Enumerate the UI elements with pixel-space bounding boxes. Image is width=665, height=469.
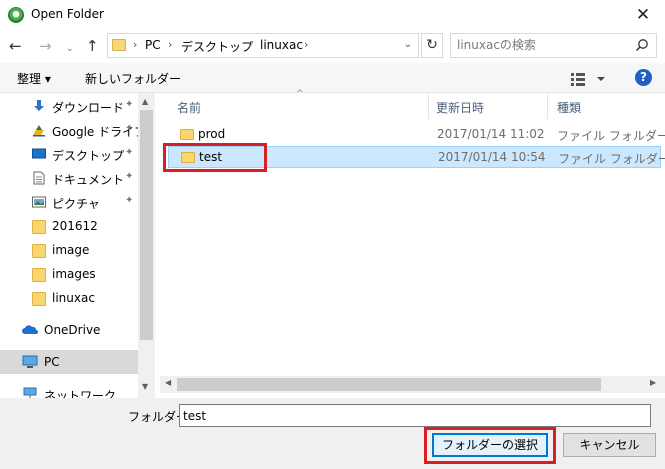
cancel-button[interactable]: キャンセル xyxy=(563,433,656,457)
address-bar[interactable]: › PC › デスクトップ › linuxac › ⌄ xyxy=(107,33,419,58)
breadcrumb-desktop[interactable]: デスクトップ xyxy=(181,38,253,55)
pin-icon: ✦ xyxy=(125,195,134,206)
sidebar-scrollbar[interactable]: ▲ ▼ xyxy=(138,93,155,398)
search-icon[interactable] xyxy=(635,38,649,52)
sidebar-item-label: デスクトップ xyxy=(52,149,125,163)
folder-icon xyxy=(112,39,126,51)
sidebar-item-network[interactable]: ネットワーク xyxy=(0,382,138,398)
search-box[interactable] xyxy=(450,33,657,58)
navigation-pane: ダウンロード ✦ Google ドライブ ✦ デスクトップ ✦ ドキュメント ✦… xyxy=(0,93,155,398)
sidebar-item-documents[interactable]: ドキュメント ✦ xyxy=(0,166,138,190)
column-header-date[interactable]: 更新日時 xyxy=(436,99,484,116)
help-button[interactable]: ? xyxy=(635,69,652,86)
desktop-icon xyxy=(32,148,46,159)
file-date: 2017/01/14 11:02 xyxy=(437,127,545,141)
app-icon xyxy=(8,7,24,23)
sidebar-item-label: OneDrive xyxy=(44,323,101,337)
annotation-highlight-select-button xyxy=(424,427,556,464)
sidebar-item-label: ネットワーク xyxy=(44,389,117,398)
file-date: 2017/01/14 10:54 xyxy=(438,150,546,164)
sidebar-item-images[interactable]: images xyxy=(0,262,138,286)
sidebar-item-linuxac[interactable]: linuxac xyxy=(0,286,138,310)
sidebar-item-image[interactable]: image xyxy=(0,238,138,262)
breadcrumb-separator[interactable]: › xyxy=(168,38,172,51)
breadcrumb-linuxac[interactable]: linuxac xyxy=(260,38,303,52)
file-list-pane: ^ 名前 更新日時 種類 prod 2017/01/14 11:02 ファイル … xyxy=(160,89,665,398)
sidebar-item-google-drive[interactable]: Google ドライブ ✦ xyxy=(0,118,146,142)
column-header-name[interactable]: 名前 xyxy=(177,99,201,116)
window-title: Open Folder xyxy=(31,7,104,21)
pin-icon: ✦ xyxy=(125,99,134,110)
sidebar-item-desktop[interactable]: デスクトップ ✦ xyxy=(0,142,138,166)
sidebar-item-label: linuxac xyxy=(52,291,95,305)
breadcrumb-separator[interactable]: › xyxy=(248,38,252,51)
onedrive-icon xyxy=(22,325,38,334)
sidebar-item-201612[interactable]: 201612 xyxy=(0,214,138,238)
sidebar-item-label: ピクチャ xyxy=(52,197,100,211)
sidebar-item-label: PC xyxy=(44,355,60,369)
sidebar-item-label: ダウンロード xyxy=(52,101,125,115)
sidebar-item-pictures[interactable]: ピクチャ ✦ xyxy=(0,190,138,214)
breadcrumb-separator[interactable]: › xyxy=(304,38,308,51)
back-button[interactable]: ← xyxy=(9,38,22,54)
column-header-type[interactable]: 種類 xyxy=(557,99,581,116)
file-name: prod xyxy=(198,127,226,141)
view-options-icon[interactable] xyxy=(571,71,607,87)
organize-button[interactable]: 整理 ▾ xyxy=(17,70,51,87)
navigation-bar: ← → ⌄ ↑ › PC › デスクトップ › linuxac › ⌄ ↻ xyxy=(0,30,665,63)
address-dropdown-icon[interactable]: ⌄ xyxy=(404,39,412,50)
breadcrumb-pc[interactable]: PC xyxy=(145,38,161,52)
file-type: ファイル フォルダー xyxy=(558,152,665,166)
pin-icon: ✦ xyxy=(125,147,134,158)
scroll-left-arrow-icon[interactable]: ◀ xyxy=(165,378,171,387)
pictures-icon xyxy=(32,196,46,208)
new-folder-button[interactable]: 新しいフォルダー xyxy=(85,70,181,87)
sidebar-item-pc[interactable]: PC xyxy=(0,350,138,374)
command-toolbar: 整理 ▾ 新しいフォルダー ? xyxy=(0,63,665,93)
close-button[interactable]: ✕ xyxy=(631,3,655,27)
documents-icon xyxy=(33,171,45,185)
forward-button[interactable]: → xyxy=(39,38,52,54)
sidebar-item-label: 201612 xyxy=(52,219,98,233)
up-button[interactable]: ↑ xyxy=(86,38,99,54)
sidebar-item-label: image xyxy=(52,243,90,257)
scrollbar-thumb[interactable] xyxy=(177,378,601,391)
folder-name-field[interactable] xyxy=(179,404,651,427)
pin-icon: ✦ xyxy=(125,123,134,134)
scroll-right-arrow-icon[interactable]: ▶ xyxy=(650,378,656,387)
folder-icon xyxy=(180,129,194,140)
title-bar: Open Folder ✕ xyxy=(0,0,665,30)
pin-icon: ✦ xyxy=(125,171,134,182)
horizontal-scrollbar[interactable]: ◀ ▶ xyxy=(160,376,665,393)
sidebar-item-label: images xyxy=(52,267,96,281)
folder-icon xyxy=(32,292,46,306)
google-drive-icon xyxy=(33,125,45,137)
download-icon xyxy=(34,100,44,111)
sidebar-item-downloads[interactable]: ダウンロード ✦ xyxy=(0,94,138,118)
breadcrumb-separator[interactable]: › xyxy=(133,38,137,51)
scroll-down-arrow-icon[interactable]: ▼ xyxy=(142,382,148,391)
scroll-up-arrow-icon[interactable]: ▲ xyxy=(142,97,148,106)
folder-icon xyxy=(32,268,46,282)
column-divider[interactable] xyxy=(547,93,548,119)
sidebar-item-label: ドキュメント xyxy=(52,173,125,187)
scrollbar-thumb[interactable] xyxy=(140,110,153,340)
refresh-button[interactable]: ↻ xyxy=(421,33,443,58)
search-input[interactable] xyxy=(457,38,627,52)
pc-icon xyxy=(22,355,38,368)
column-divider[interactable] xyxy=(428,93,429,119)
sort-ascending-icon: ^ xyxy=(296,89,304,99)
network-icon xyxy=(23,387,37,398)
sidebar-item-onedrive[interactable]: OneDrive xyxy=(0,318,138,342)
dialog-footer: フォルダー: フォルダーの選択 キャンセル xyxy=(0,398,665,469)
folder-icon xyxy=(32,220,46,234)
folder-icon xyxy=(32,244,46,258)
annotation-highlight-test-row xyxy=(163,143,267,172)
recent-locations-button[interactable]: ⌄ xyxy=(66,41,74,57)
file-type: ファイル フォルダー xyxy=(557,129,665,143)
